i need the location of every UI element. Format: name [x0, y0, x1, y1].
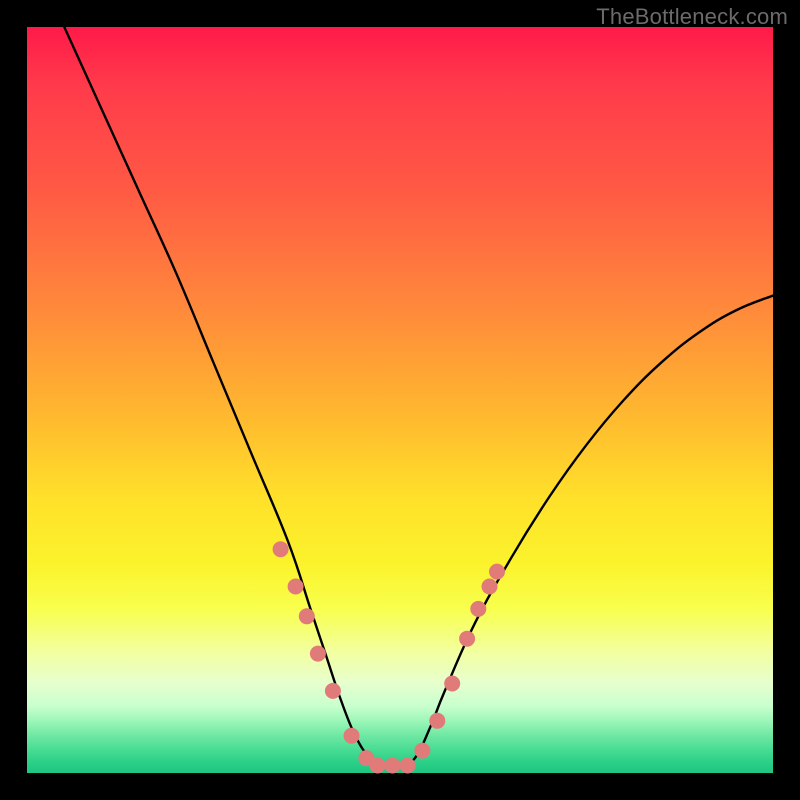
curve-markers: [273, 541, 505, 773]
marker-point: [414, 743, 430, 759]
marker-point: [429, 713, 445, 729]
marker-point: [344, 728, 360, 744]
marker-point: [273, 541, 289, 557]
chart-svg: [27, 27, 773, 773]
curve-line: [64, 27, 773, 767]
marker-point: [489, 564, 505, 580]
marker-point: [459, 631, 475, 647]
watermark-text: TheBottleneck.com: [596, 4, 788, 30]
marker-point: [482, 579, 498, 595]
plot-area: [27, 27, 773, 773]
marker-point: [470, 601, 486, 617]
marker-point: [325, 683, 341, 699]
marker-point: [400, 758, 416, 774]
marker-point: [288, 579, 304, 595]
bottleneck-curve: [64, 27, 773, 767]
marker-point: [299, 608, 315, 624]
marker-point: [310, 646, 326, 662]
marker-point: [444, 676, 460, 692]
chart-frame: TheBottleneck.com: [0, 0, 800, 800]
marker-point: [370, 758, 386, 774]
marker-point: [385, 758, 401, 774]
